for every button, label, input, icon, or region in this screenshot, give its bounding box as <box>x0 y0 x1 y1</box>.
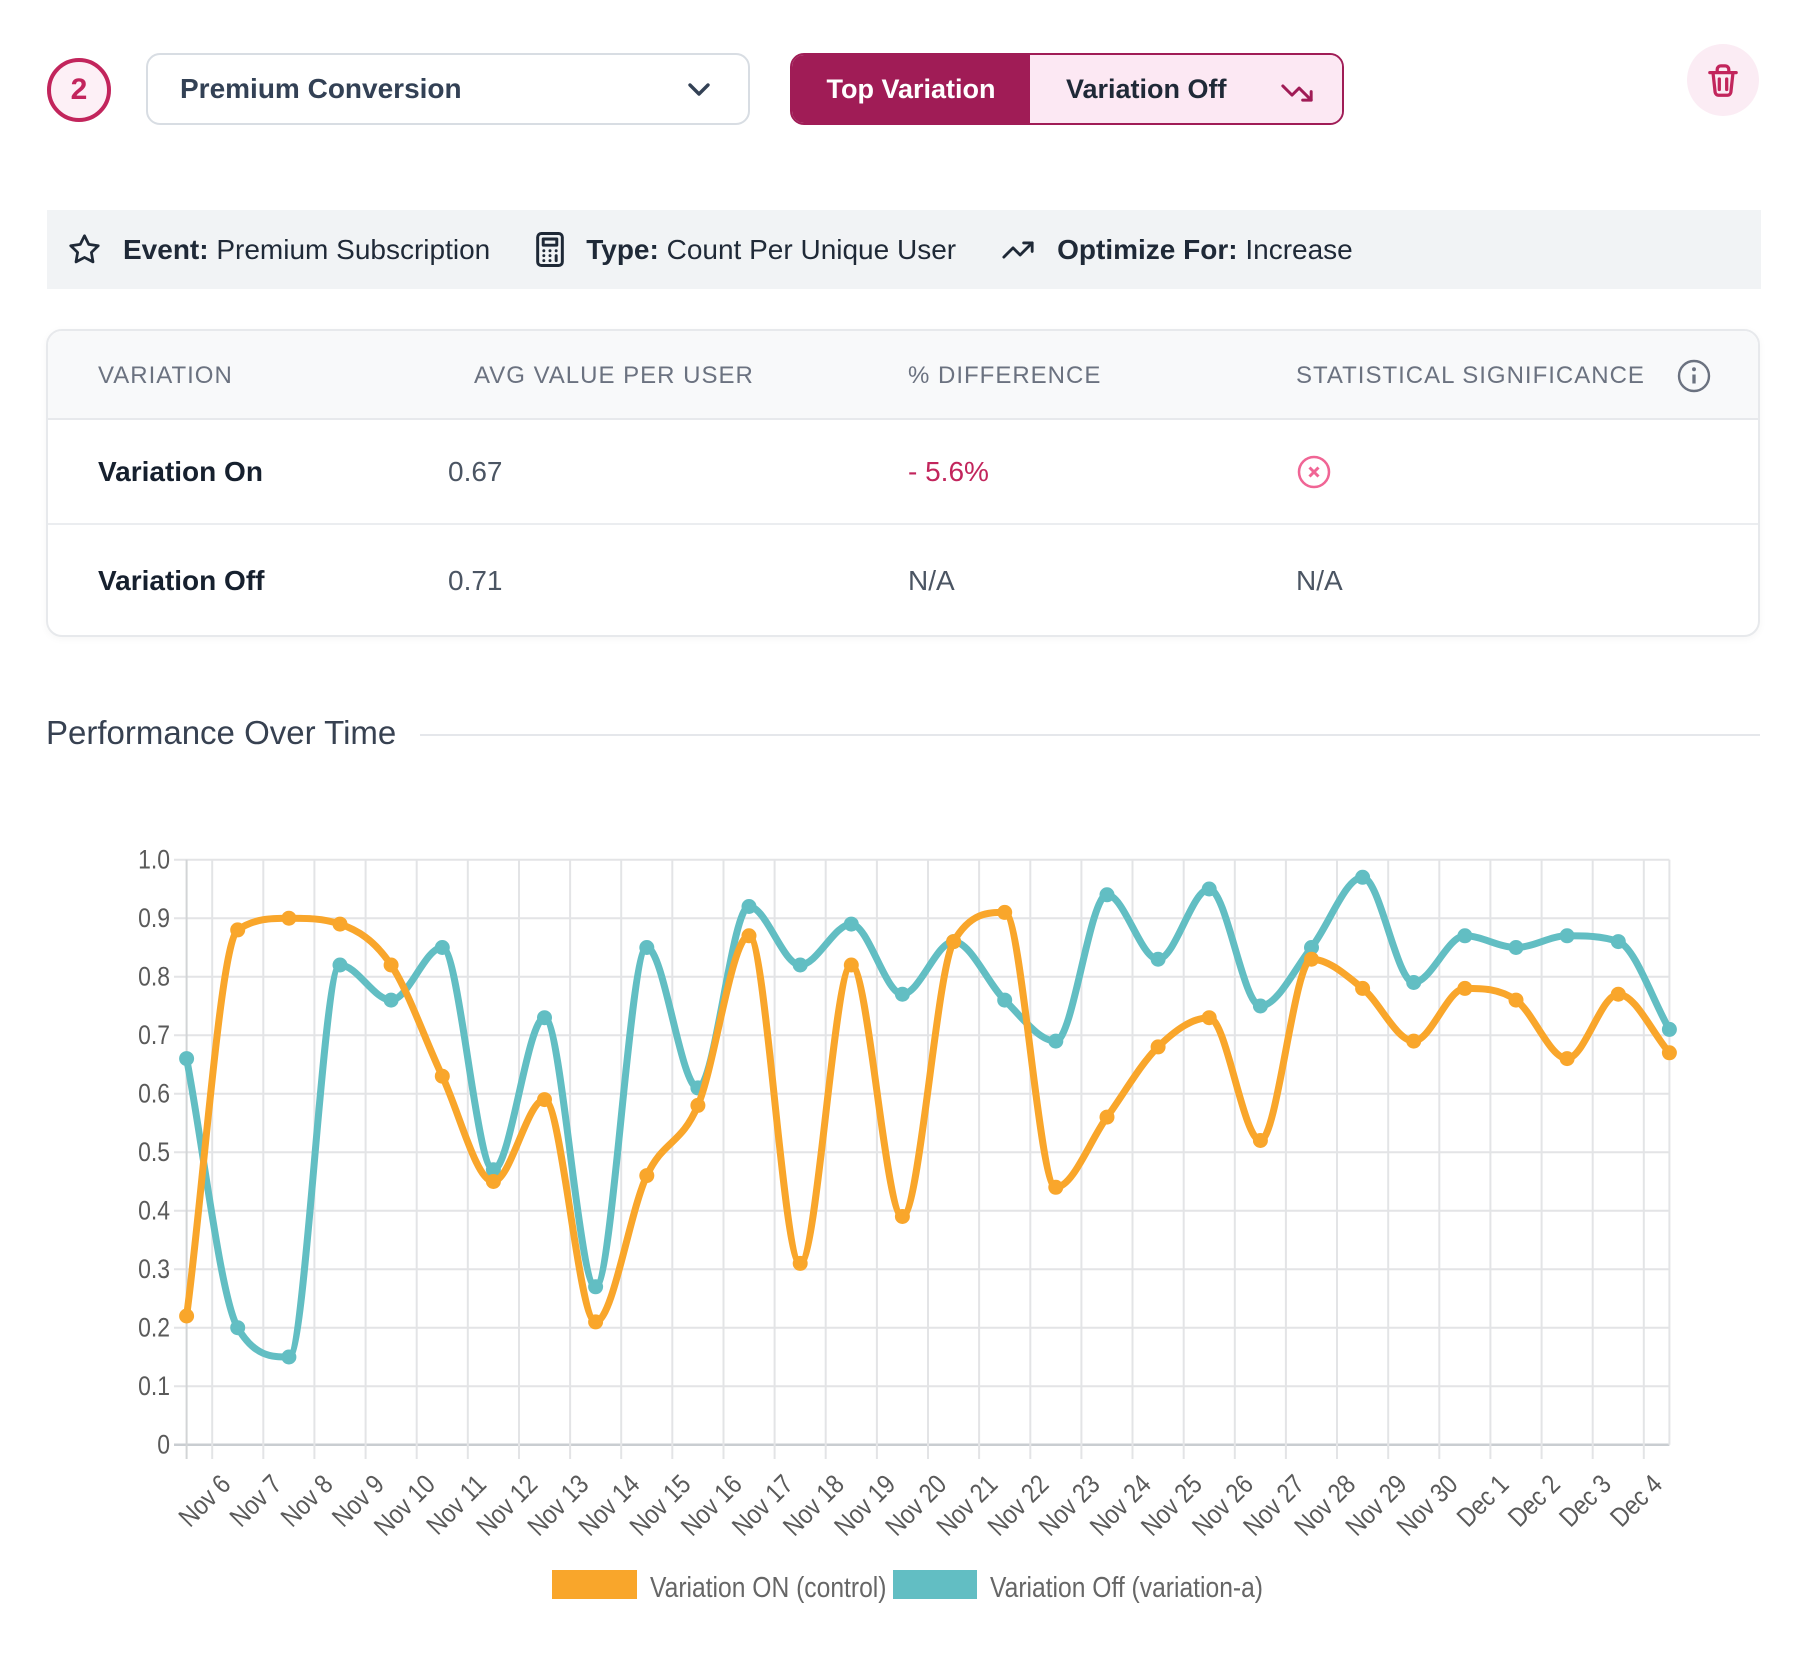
svg-text:0.5: 0.5 <box>138 1137 170 1167</box>
svg-text:Dec 1: Dec 1 <box>1451 1469 1515 1533</box>
svg-text:Dec 2: Dec 2 <box>1502 1469 1566 1533</box>
svg-text:Nov 7: Nov 7 <box>224 1469 288 1533</box>
svg-text:0.4: 0.4 <box>138 1196 170 1226</box>
svg-text:0.6: 0.6 <box>138 1079 170 1109</box>
svg-text:Nov 8: Nov 8 <box>275 1469 339 1533</box>
svg-text:Variation ON (control): Variation ON (control) <box>650 1571 886 1603</box>
svg-text:0: 0 <box>157 1430 170 1460</box>
svg-text:Dec 4: Dec 4 <box>1605 1469 1669 1533</box>
svg-text:0.8: 0.8 <box>138 962 170 992</box>
svg-text:Dec 3: Dec 3 <box>1554 1469 1618 1533</box>
svg-text:0.3: 0.3 <box>138 1254 170 1284</box>
svg-text:1.0: 1.0 <box>138 845 170 875</box>
svg-text:0.7: 0.7 <box>138 1020 170 1050</box>
svg-text:0.2: 0.2 <box>138 1313 170 1343</box>
svg-text:0.1: 0.1 <box>138 1371 170 1401</box>
svg-text:0.9: 0.9 <box>138 903 170 933</box>
svg-text:Nov 6: Nov 6 <box>173 1469 237 1533</box>
svg-text:Variation Off (variation-a): Variation Off (variation-a) <box>990 1571 1263 1603</box>
